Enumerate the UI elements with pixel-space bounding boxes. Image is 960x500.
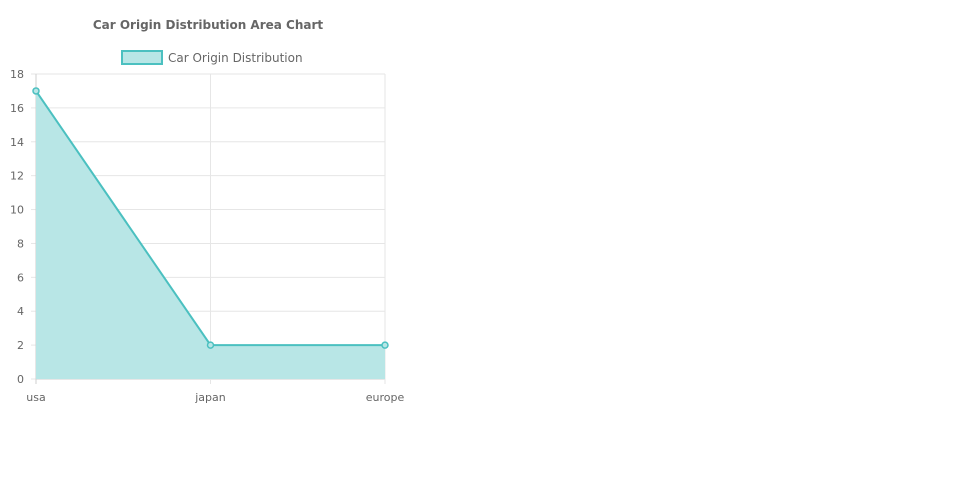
y-tick-label: 12 xyxy=(10,170,24,183)
x-tick-label: usa xyxy=(26,391,45,404)
area-chart: Car Origin Distribution Area Chart Car O… xyxy=(10,18,405,404)
y-tick-label: 10 xyxy=(10,204,24,217)
y-tick-label: 8 xyxy=(17,237,24,250)
y-tick-label: 2 xyxy=(17,339,24,352)
y-tick-label: 18 xyxy=(10,68,24,81)
y-tick-label: 14 xyxy=(10,136,24,149)
y-tick-label: 6 xyxy=(17,271,24,284)
chart-container: Car Origin Distribution Area Chart Car O… xyxy=(0,0,960,500)
legend-label: Car Origin Distribution xyxy=(168,51,303,65)
x-tick-label: japan xyxy=(194,391,226,404)
data-point[interactable] xyxy=(206,341,215,349)
legend[interactable]: Car Origin Distribution xyxy=(121,50,303,65)
data-point[interactable] xyxy=(381,341,389,349)
chart-title: Car Origin Distribution Area Chart xyxy=(93,18,324,32)
y-tick-label: 0 xyxy=(17,373,24,386)
x-tick-label: europe xyxy=(366,391,405,404)
data-point[interactable] xyxy=(32,87,40,95)
y-tick-label: 4 xyxy=(17,305,24,318)
legend-swatch xyxy=(121,50,163,65)
y-tick-label: 16 xyxy=(10,102,24,115)
